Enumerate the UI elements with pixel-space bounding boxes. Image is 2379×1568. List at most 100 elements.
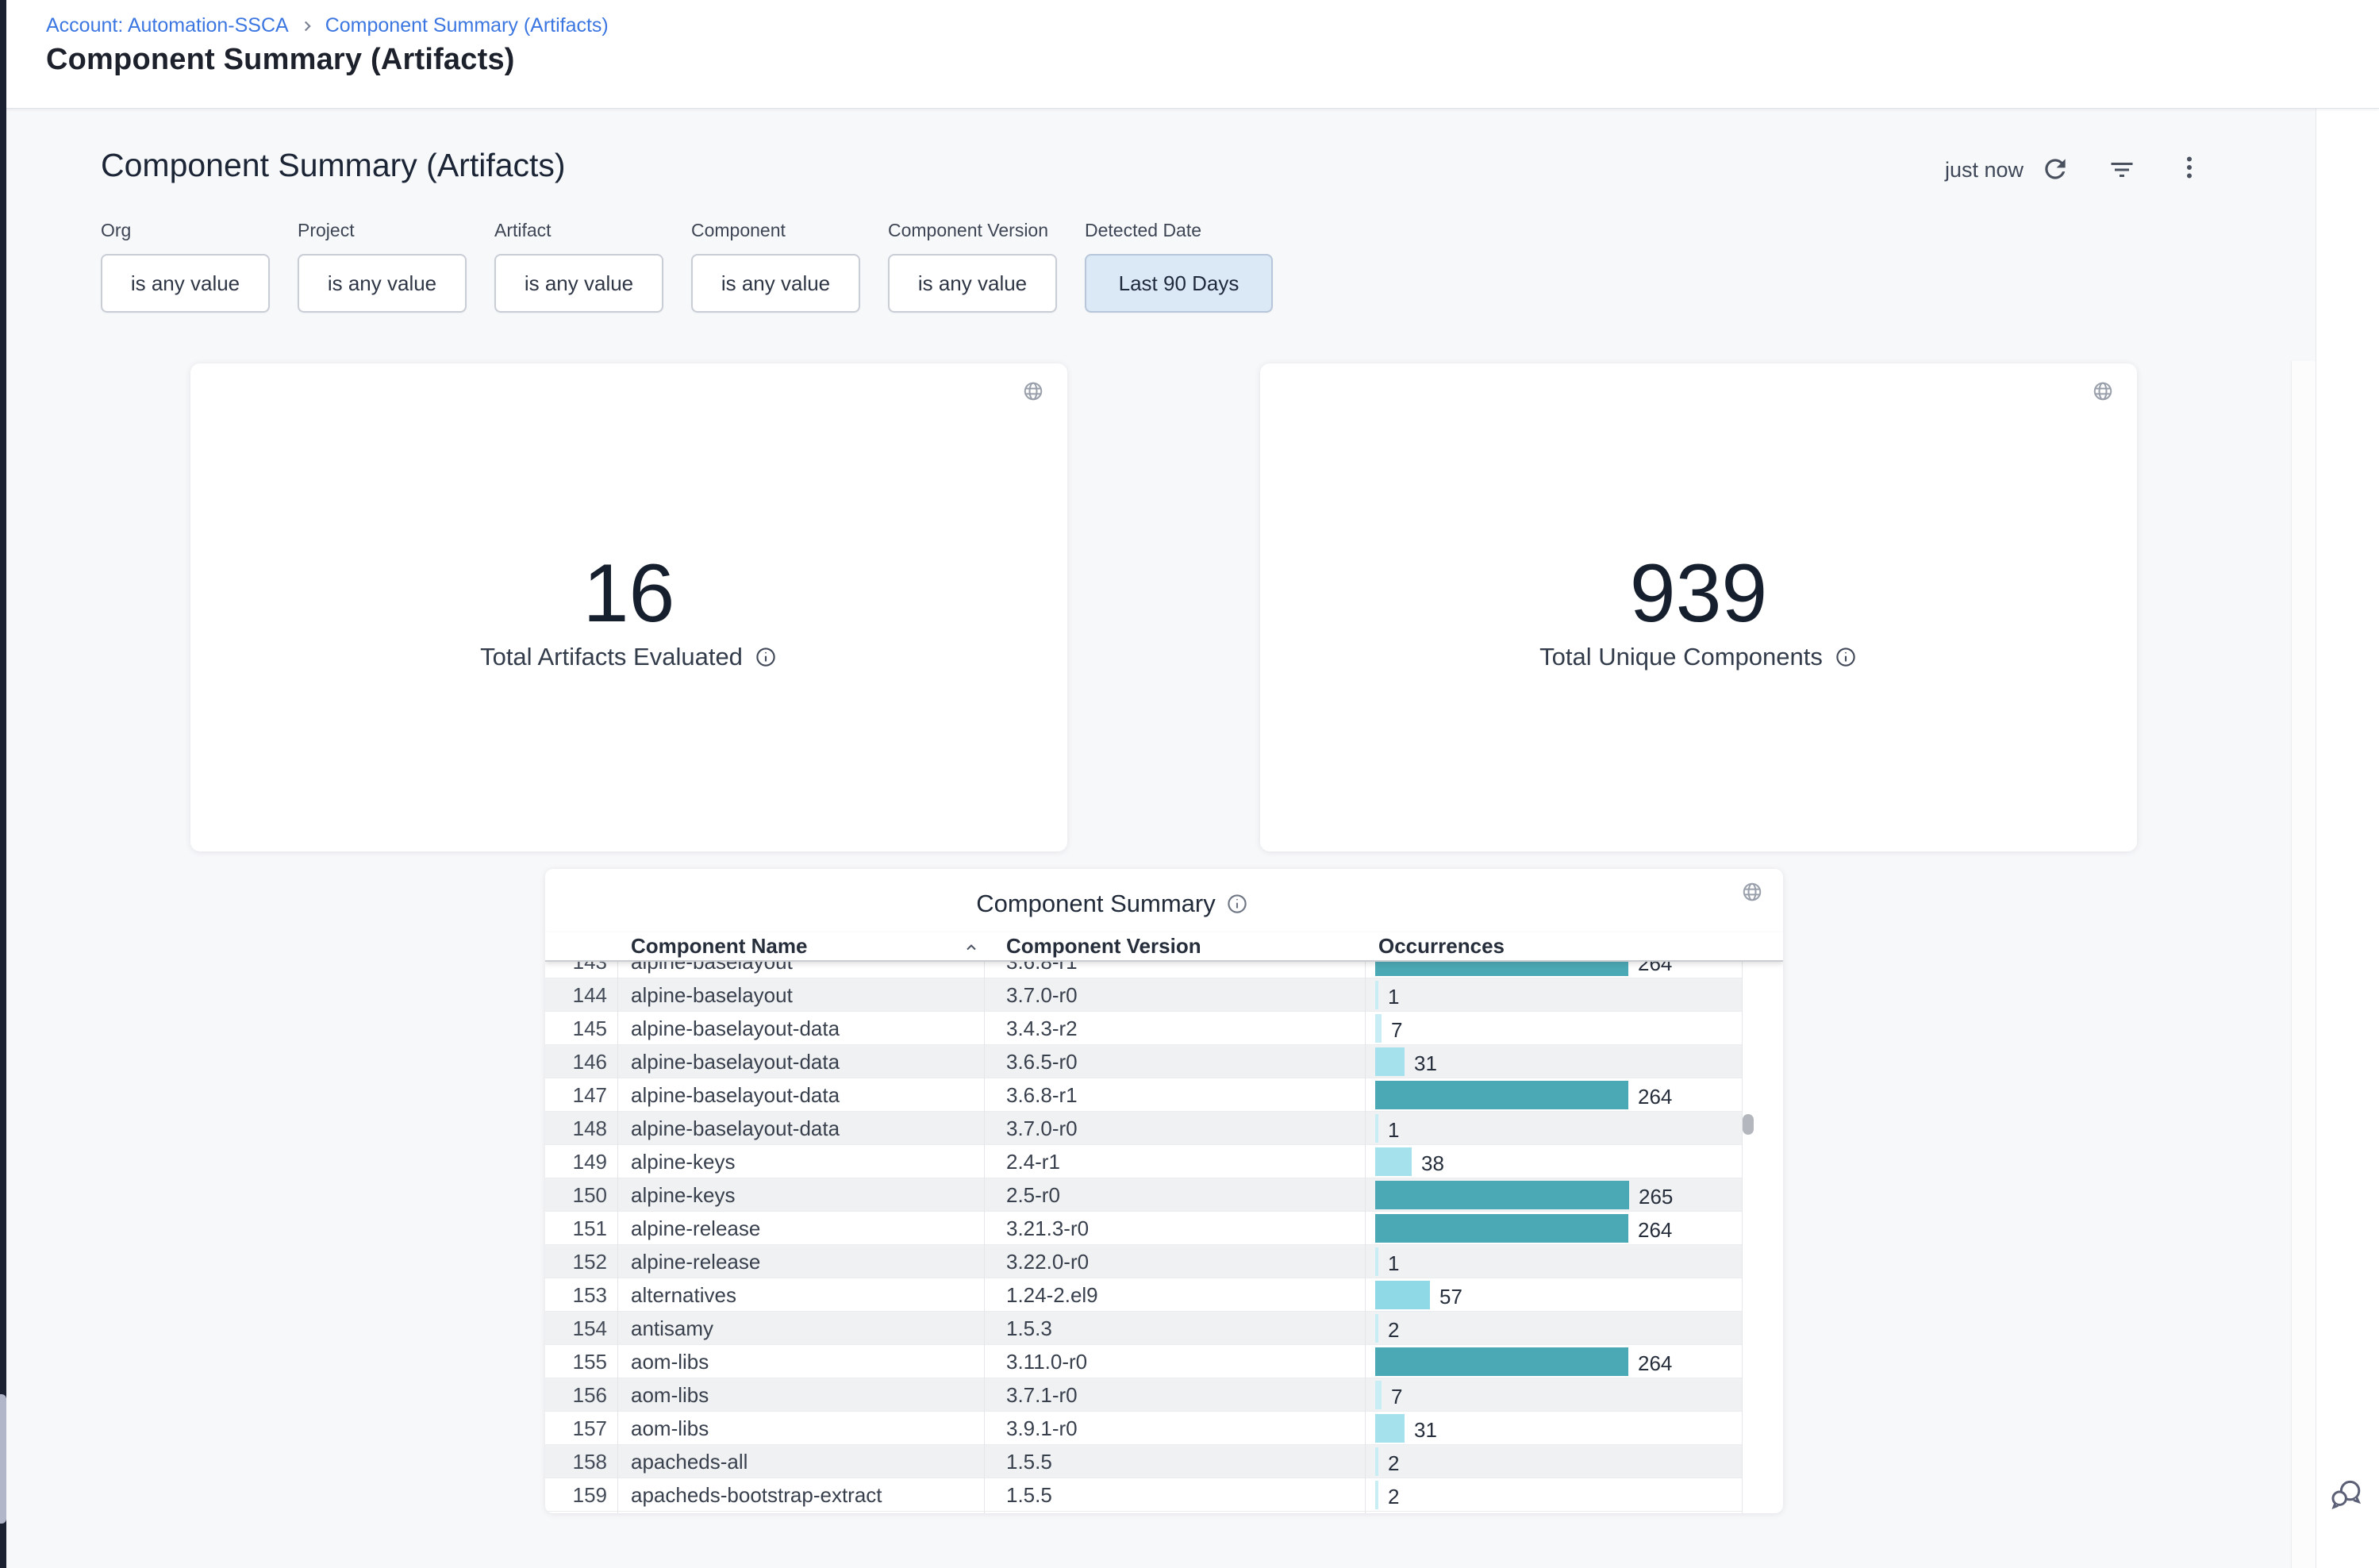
refresh-icon[interactable] [2040,154,2070,184]
occurrence-value: 265 [1639,1178,1673,1212]
info-icon[interactable] [754,645,778,669]
row-index: 145 [545,1012,607,1045]
filter-icon[interactable] [2108,156,2136,184]
component-name: alpine-release [631,1245,760,1278]
table-body: 143 alpine-baselayout 3.6.8-r1 264 144 a… [545,962,1742,1513]
table-row[interactable]: 156 aom-libs 3.7.1-r0 7 [545,1378,1742,1412]
tile-total-artifacts: 16 Total Artifacts Evaluated [190,363,1067,851]
occurrence-bar [1375,1247,1378,1276]
row-index: 155 [545,1345,607,1378]
filter-value-button[interactable]: is any value [101,254,270,313]
table-row[interactable]: 159 apacheds-bootstrap-extract 1.5.5 2 [545,1478,1742,1512]
occurrence-bar [1375,1081,1628,1109]
table-row[interactable]: 143 alpine-baselayout 3.6.8-r1 264 [545,962,1742,978]
occurrence-bar [1375,1481,1378,1509]
dashboard-title: Component Summary (Artifacts) [101,147,566,184]
info-icon[interactable] [1834,645,1858,669]
filter-label: Artifact [494,220,663,241]
table-row[interactable]: 150 alpine-keys 2.5-r0 265 [545,1178,1742,1212]
occurrence-bar [1375,1114,1378,1143]
row-index: 144 [545,978,607,1012]
total-artifacts-value: 16 [190,552,1067,635]
globe-icon [2091,379,2115,407]
row-index: 143 [545,962,607,978]
component-version: 3.6.5-r0 [1006,1045,1078,1078]
chevron-right-icon [298,17,316,35]
column-header-component-version[interactable]: Component Version [1006,932,1201,962]
filter-label: Component Version [888,220,1057,241]
occurrence-bar [1375,1181,1629,1209]
occurrence-value: 264 [1638,1212,1672,1245]
filter-label: Project [298,220,467,241]
component-name: alternatives [631,1278,736,1312]
table-row[interactable]: 146 alpine-baselayout-data 3.6.5-r0 31 [545,1045,1742,1078]
column-divider [617,932,618,1513]
table-row[interactable]: 144 alpine-baselayout 3.7.0-r0 1 [545,978,1742,1012]
occurrence-value: 1 [1388,1112,1399,1145]
occurrence-value: 264 [1638,1078,1672,1112]
table-row[interactable]: 145 alpine-baselayout-data 3.4.3-r2 7 [545,1012,1742,1045]
row-index: 159 [545,1478,607,1512]
tile-unique-components: 939 Total Unique Components [1260,363,2137,851]
filter-value-button[interactable]: is any value [691,254,860,313]
filter-value-button[interactable]: is any value [494,254,663,313]
occurrence-value: 2 [1388,1312,1399,1345]
filter-control: Detected Date Last 90 Days [1085,220,1273,313]
occurrence-value: 7 [1391,1012,1402,1045]
breadcrumb-page-link[interactable]: Component Summary (Artifacts) [325,14,609,37]
sort-ascending-icon[interactable] [962,938,981,961]
occurrence-value: 57 [1439,1278,1462,1312]
component-name: alpine-baselayout-data [631,1078,840,1112]
row-index: 147 [545,1078,607,1112]
column-divider [1742,932,1743,1513]
occurrence-bar [1375,1414,1405,1443]
kebab-menu-icon[interactable] [2175,153,2204,182]
table-row[interactable]: 157 aom-libs 3.9.1-r0 31 [545,1412,1742,1445]
row-index: 146 [545,1045,607,1078]
filter-value-button[interactable]: is any value [298,254,467,313]
occurrence-value: 38 [1421,1145,1444,1178]
column-header-component-name[interactable]: Component Name [631,932,807,962]
page-scrollbar-track[interactable] [2291,361,2316,1568]
table-row[interactable]: 153 alternatives 1.24-2.el9 57 [545,1278,1742,1312]
filter-value-button[interactable]: Last 90 Days [1085,254,1273,313]
filter-value-button[interactable]: is any value [888,254,1057,313]
table-row[interactable]: 147 alpine-baselayout-data 3.6.8-r1 264 [545,1078,1742,1112]
table-row[interactable]: 155 aom-libs 3.11.0-r0 264 [545,1345,1742,1378]
filter-control: Artifact is any value [494,220,663,313]
row-index: 156 [545,1378,607,1412]
info-icon[interactable] [1225,892,1249,916]
component-version: 3.21.3-r0 [1006,1212,1089,1245]
occurrence-bar [1375,1347,1628,1376]
table-row[interactable]: 158 apacheds-all 1.5.5 2 [545,1445,1742,1478]
column-divider [984,932,985,1513]
component-version: 3.4.3-r2 [1006,1012,1078,1045]
component-name: alpine-baselayout [631,978,793,1012]
occurrence-bar [1375,1281,1430,1309]
row-index: 152 [545,1245,607,1278]
chat-support-icon[interactable] [2327,1475,2366,1517]
table-row[interactable]: 148 alpine-baselayout-data 3.7.0-r0 1 [545,1112,1742,1145]
globe-icon [1740,880,1764,908]
table-header: Component Name Component Version Occurre… [545,932,1783,962]
refresh-status: just now [1945,158,2023,183]
component-name: alpine-baselayout-data [631,1045,840,1078]
breadcrumb-account-link[interactable]: Account: Automation-SSCA [46,14,289,37]
table-row[interactable]: 152 alpine-release 3.22.0-r0 1 [545,1245,1742,1278]
component-version: 3.7.0-r0 [1006,978,1078,1012]
component-version: 1.5.5 [1006,1445,1052,1478]
occurrence-bar [1375,1047,1405,1076]
table-row[interactable]: 151 alpine-release 3.21.3-r0 264 [545,1212,1742,1245]
filter-control: Component Version is any value [888,220,1057,313]
component-name: aom-libs [631,1412,709,1445]
component-name: apacheds-bootstrap-extract [631,1478,882,1512]
row-index: 148 [545,1112,607,1145]
column-header-occurrences[interactable]: Occurrences [1378,932,1505,962]
occurrence-value: 1 [1388,1245,1399,1278]
table-row[interactable]: 149 alpine-keys 2.4-r1 38 [545,1145,1742,1178]
component-version: 3.7.0-r0 [1006,1112,1078,1145]
column-divider [1365,932,1366,1513]
table-row[interactable]: 154 antisamy 1.5.3 2 [545,1312,1742,1345]
table-scrollbar-thumb[interactable] [1743,1114,1754,1135]
top-header-band: Account: Automation-SSCA Component Summa… [6,0,2379,109]
